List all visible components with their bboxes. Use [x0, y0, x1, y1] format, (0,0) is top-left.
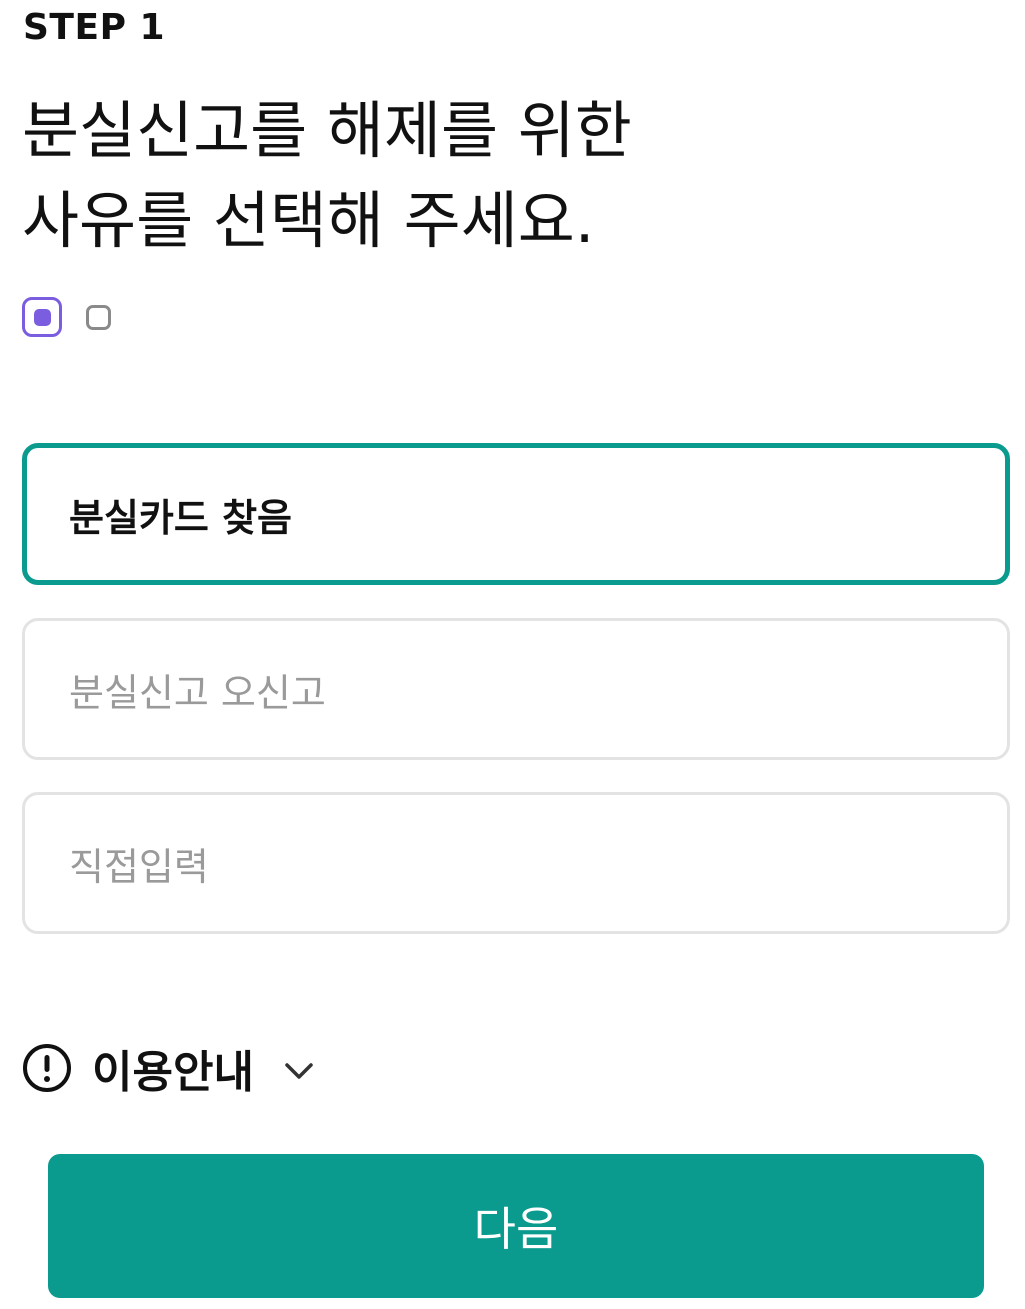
step-dot-active	[22, 297, 62, 337]
usage-guide-label: 이용안내	[92, 1047, 254, 1098]
step-dot-active-fill	[33, 308, 51, 326]
page-title-line-1: 분실신고를 해제를 위한	[22, 94, 632, 167]
page-title: 분실신고를 해제를 위한 사유를 선택해 주세요.	[22, 86, 1002, 266]
reason-option-direct-input[interactable]: 직접입력	[22, 792, 1010, 934]
next-button[interactable]: 다음	[48, 1154, 984, 1298]
chevron-down-icon	[285, 1063, 313, 1079]
usage-guide-toggle[interactable]: 이용안내	[22, 1036, 314, 1100]
reason-option-label: 직접입력	[69, 844, 209, 889]
exclamation-circle-icon	[23, 1044, 71, 1092]
step-indicator	[22, 297, 111, 337]
reason-option-card-found[interactable]: 분실카드 찾음	[22, 443, 1010, 585]
step-dot-inactive	[86, 304, 111, 330]
page-title-line-2: 사유를 선택해 주세요.	[22, 184, 595, 257]
reason-option-false-report[interactable]: 분실신고 오신고	[22, 618, 1010, 760]
step-label: STEP 1	[23, 7, 166, 48]
reason-option-label: 분실신고 오신고	[69, 670, 326, 715]
reason-option-label: 분실카드 찾음	[69, 495, 292, 540]
